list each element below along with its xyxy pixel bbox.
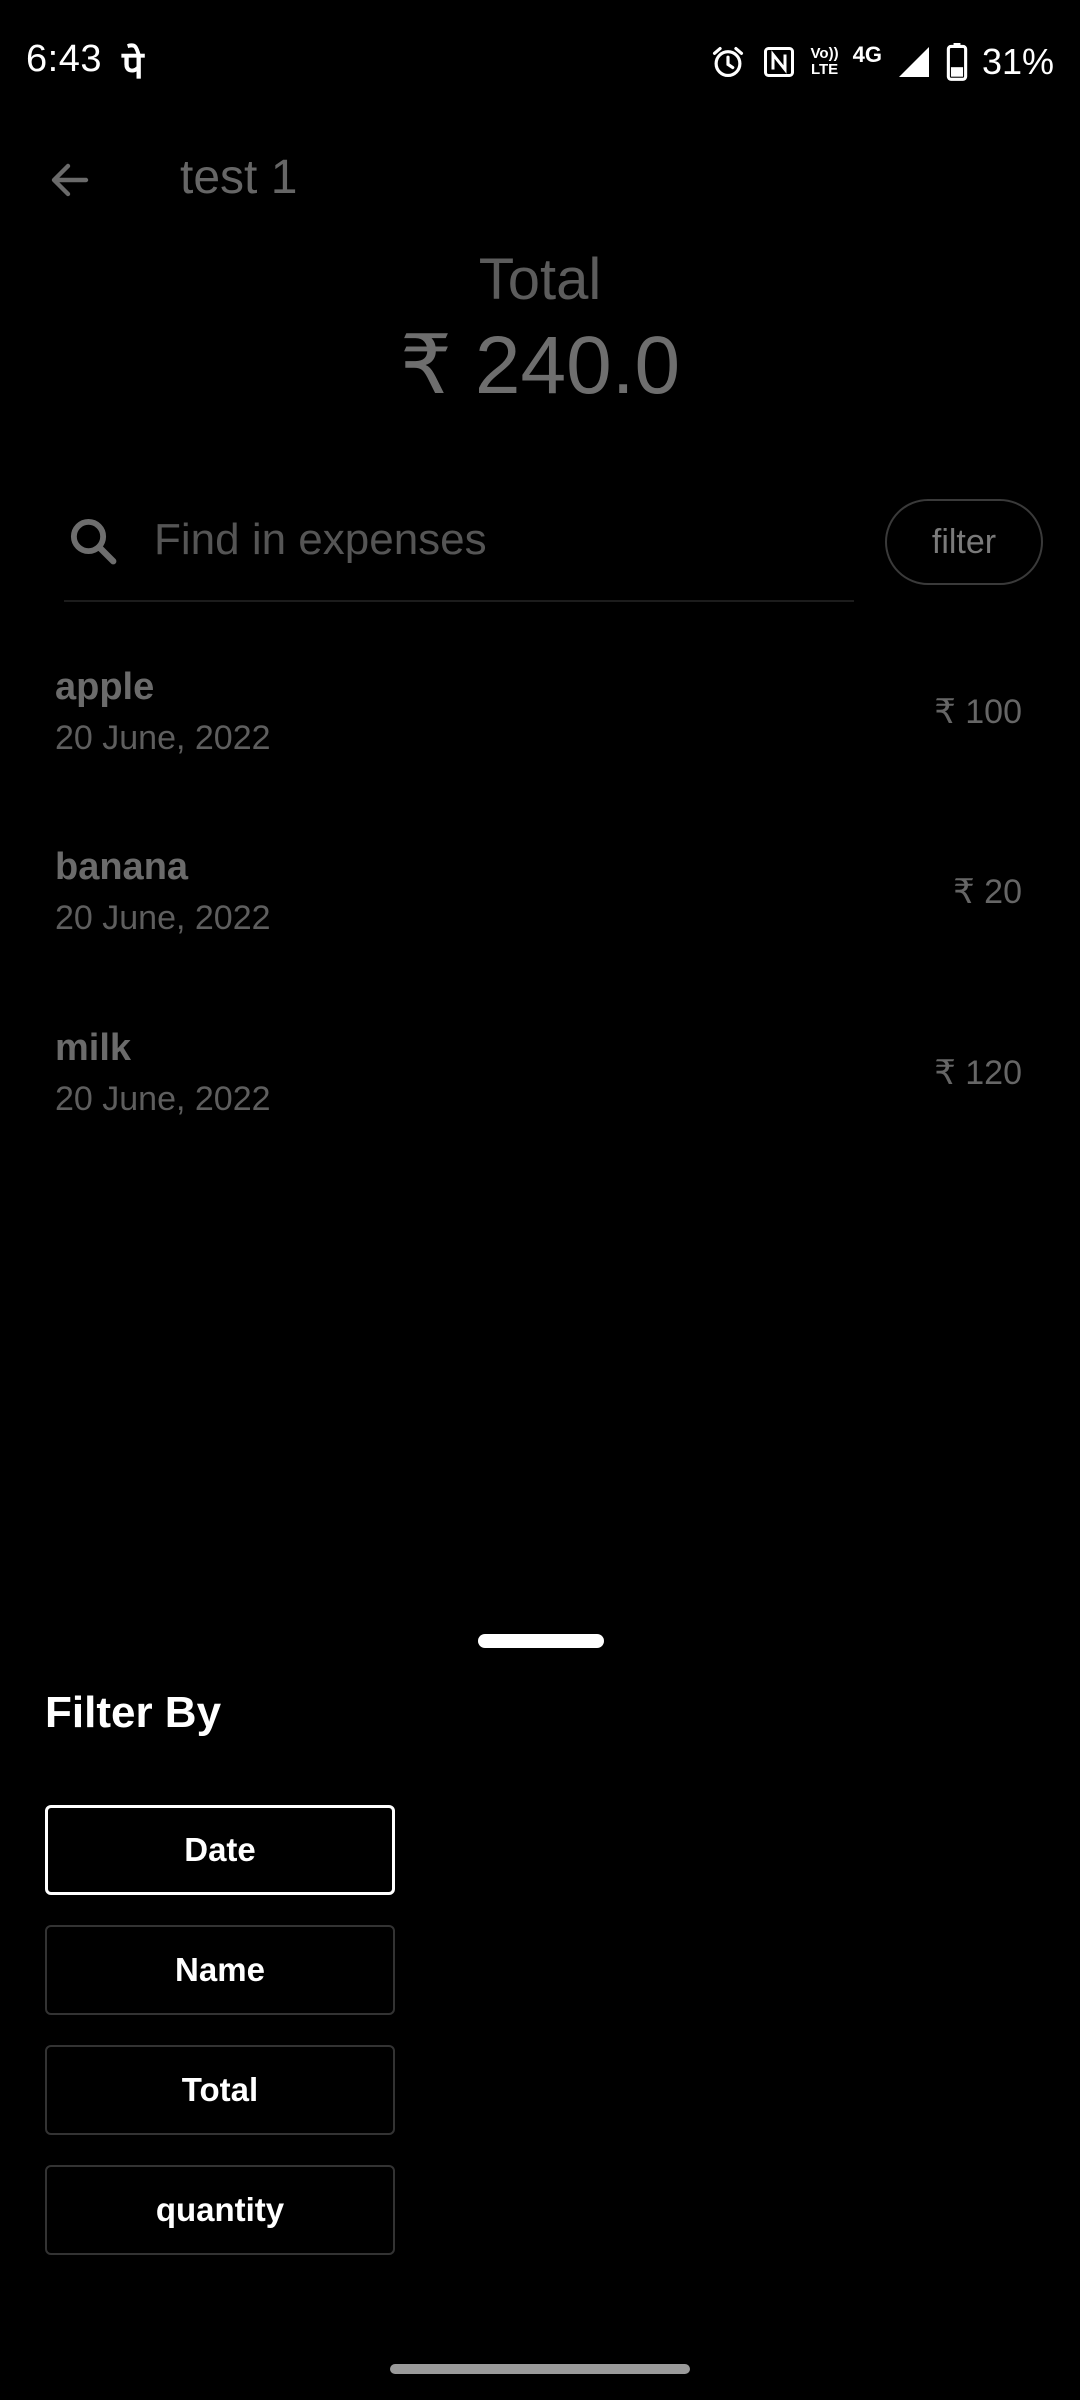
back-button[interactable]	[30, 140, 110, 220]
filter-option-quantity[interactable]: quantity	[45, 2165, 395, 2255]
expense-name: milk	[55, 1027, 132, 1069]
arrow-left-icon	[51, 163, 89, 197]
filter-button[interactable]: filter	[885, 499, 1043, 585]
battery-icon	[946, 43, 968, 81]
expense-amount: ₹ 20	[953, 873, 1022, 911]
search-icon[interactable]	[66, 514, 120, 568]
volte-icon: Vo)) LTE	[811, 46, 839, 78]
filter-option-name[interactable]: Name	[45, 1925, 395, 2015]
volte-line1: Vo))	[810, 45, 839, 62]
total-label: Total	[478, 247, 602, 312]
filter-option-total[interactable]: Total	[45, 2045, 395, 2135]
expense-name: banana	[55, 846, 189, 888]
page-title: test 1	[180, 151, 298, 204]
volte-line2: LTE	[810, 61, 839, 78]
nfc-icon	[761, 44, 797, 80]
gesture-navigation-bar[interactable]	[390, 2364, 690, 2374]
list-item[interactable]: milk 20 June, 2022 ₹ 120	[0, 1027, 1080, 1197]
expense-amount: ₹ 120	[934, 1054, 1022, 1092]
battery-percent: 31%	[981, 41, 1054, 82]
expense-amount: ₹ 100	[934, 693, 1022, 731]
sheet-drag-handle[interactable]	[478, 1634, 604, 1648]
expense-name: apple	[55, 666, 155, 708]
status-time: 6:43	[26, 38, 102, 80]
filter-option-date[interactable]: Date	[45, 1805, 395, 1895]
total-amount: ₹ 240.0	[399, 320, 681, 411]
status-bar: 6:43 पे Vo)) LTE 4G 31%	[0, 0, 1080, 125]
expense-date: 20 June, 2022	[55, 899, 271, 937]
search-input[interactable]	[154, 508, 844, 572]
phonepe-notification-icon: पे	[122, 45, 144, 87]
search-underline	[64, 600, 854, 602]
signal-icon	[896, 44, 932, 80]
status-icons: Vo)) LTE 4G 31%	[709, 40, 1054, 84]
expense-date: 20 June, 2022	[55, 1080, 271, 1118]
list-item[interactable]: banana 20 June, 2022 ₹ 20	[0, 846, 1080, 1016]
alarm-icon	[709, 43, 747, 81]
network-type: 4G	[852, 42, 882, 67]
expense-date: 20 June, 2022	[55, 719, 271, 757]
list-item[interactable]: apple 20 June, 2022 ₹ 100	[0, 666, 1080, 836]
filter-sheet-title: Filter By	[45, 1688, 222, 1737]
